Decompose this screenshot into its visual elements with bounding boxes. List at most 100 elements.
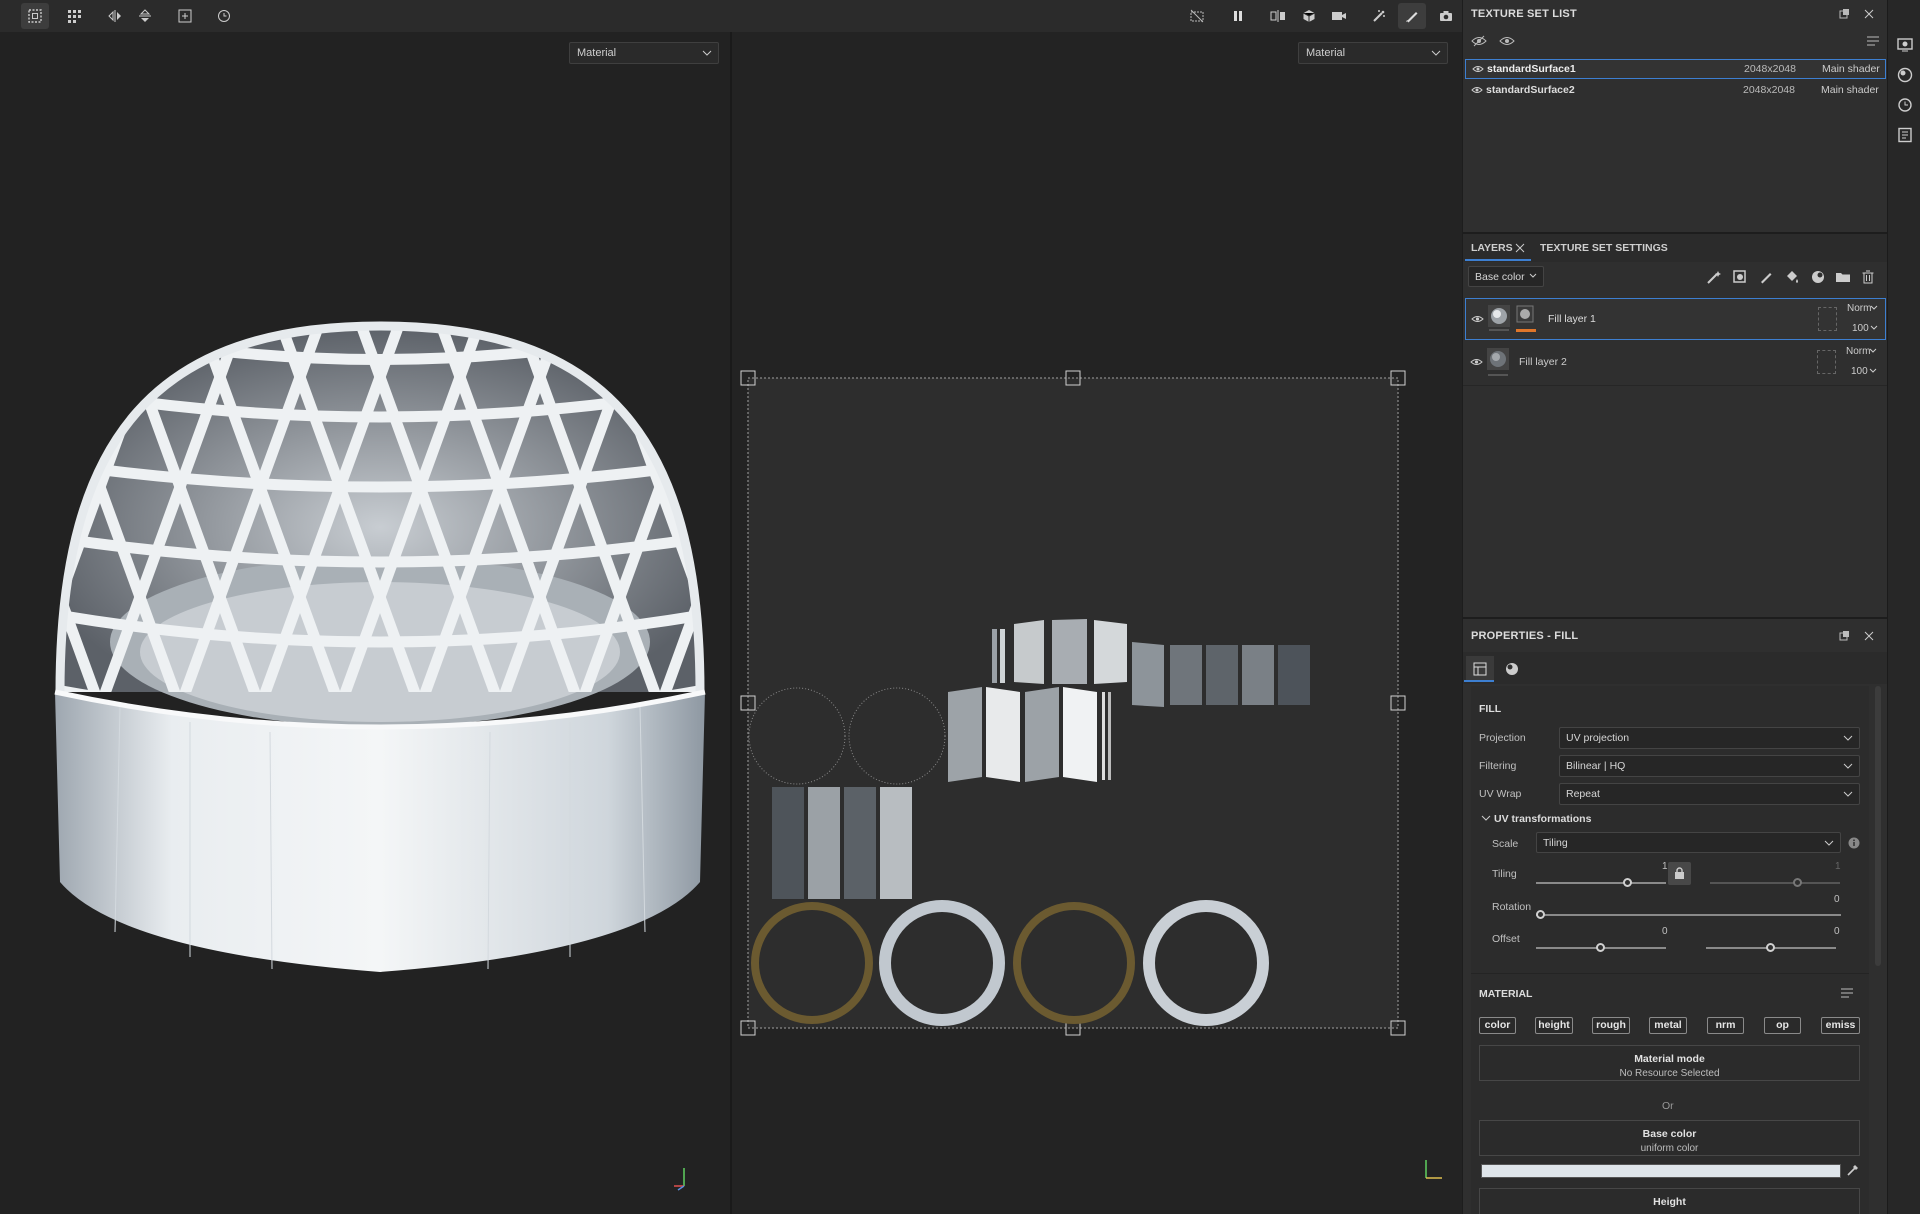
selection-mode-icon[interactable] (21, 3, 49, 29)
mirror-y-icon[interactable] (131, 3, 159, 29)
history-icon[interactable] (1897, 97, 1913, 113)
particles-icon[interactable] (1365, 3, 1393, 29)
section-divider (1471, 973, 1869, 974)
uv-transformations-header[interactable]: UV transformations (1494, 813, 1591, 825)
offset-slider-u-knob[interactable] (1596, 943, 1605, 952)
pause-icon[interactable] (1224, 3, 1252, 29)
viewport-uv-channel-select[interactable]: Material (1298, 42, 1448, 64)
delete-icon[interactable] (1860, 269, 1876, 285)
layer-opacity[interactable]: 100 (1852, 323, 1869, 334)
add-fill-layer-icon[interactable] (1784, 269, 1800, 285)
texture-set-name: standardSurface1 (1487, 63, 1576, 75)
undock-icon[interactable] (1838, 8, 1850, 20)
material-sphere-tab-icon[interactable] (1505, 662, 1519, 676)
lock-ratio-button[interactable] (1668, 862, 1691, 885)
layers-channel-select[interactable]: Base color (1468, 266, 1544, 287)
viewport-uv[interactable]: Material (732, 32, 1462, 1214)
viewport-3d-channel-select[interactable]: Material (569, 42, 719, 64)
tiling-value-u: 1 (1662, 861, 1668, 872)
dome-model (54, 321, 706, 972)
properties-tabbar (1463, 652, 1888, 684)
base-color-title: Base color (1642, 1128, 1697, 1140)
tab-texture-set-settings[interactable]: TEXTURE SET SETTINGS (1540, 242, 1668, 254)
material-mode-slot[interactable]: Material mode No Resource Selected (1479, 1045, 1860, 1081)
add-mask-icon[interactable] (1732, 269, 1748, 285)
texture-set-row[interactable]: standardSurface1 2048x2048 Main shader (1465, 59, 1886, 79)
visibility-toggle-icon[interactable] (1471, 35, 1487, 47)
layer-blend-swatch (1817, 350, 1836, 374)
properties-scrollbar[interactable] (1875, 686, 1881, 966)
grid-icon[interactable] (61, 3, 89, 29)
shader-settings-icon[interactable] (1897, 67, 1913, 83)
camera-off-icon[interactable] (1183, 3, 1211, 29)
eyedropper-icon[interactable] (1846, 1163, 1860, 1177)
filtering-select[interactable]: Bilinear | HQ (1559, 755, 1860, 777)
display-settings-icon[interactable] (1897, 37, 1913, 53)
channel-toggle-metal[interactable]: metal (1649, 1017, 1687, 1034)
history-icon[interactable] (210, 3, 238, 29)
channel-toggle-nrm[interactable]: nrm (1707, 1017, 1744, 1034)
layer-item[interactable]: Fill layer 1 Norm 100 (1465, 298, 1886, 340)
channel-toggle-op[interactable]: op (1764, 1017, 1801, 1034)
properties-title: PROPERTIES - FILL (1471, 630, 1579, 642)
tiling-slider-u[interactable] (1536, 882, 1666, 884)
chevron-down-icon (1824, 836, 1834, 850)
channel-toggle-height[interactable]: height (1535, 1017, 1573, 1034)
close-icon[interactable] (1863, 8, 1875, 20)
material-options-icon[interactable] (1840, 987, 1854, 999)
projection-select[interactable]: UV projection (1559, 727, 1860, 749)
eye-icon[interactable] (1499, 35, 1515, 47)
texture-set-row[interactable]: standardSurface2 2048x2048 Main shader (1465, 81, 1886, 101)
add-paint-layer-icon[interactable] (1758, 269, 1774, 285)
log-icon[interactable] (1897, 127, 1913, 143)
cube-icon[interactable] (1295, 3, 1323, 29)
close-tab-icon[interactable] (1515, 243, 1525, 253)
add-frame-icon[interactable] (171, 3, 199, 29)
channel-toggle-emiss[interactable]: emiss (1821, 1017, 1860, 1034)
info-icon[interactable] (1848, 837, 1860, 849)
height-slot[interactable]: Height (1479, 1188, 1860, 1214)
material-header: MATERIAL (1479, 988, 1533, 1000)
scale-select[interactable]: Tiling (1536, 832, 1841, 853)
eye-icon[interactable] (1470, 357, 1483, 367)
chevron-down-icon (1843, 731, 1853, 745)
chevron-down-icon[interactable] (1481, 813, 1491, 823)
layer-blend-swatch (1818, 307, 1837, 331)
fill-properties-tab[interactable] (1466, 656, 1494, 682)
undock-icon[interactable] (1838, 630, 1850, 642)
panel-divider (1463, 617, 1888, 619)
eye-icon[interactable] (1471, 314, 1484, 324)
layer-blend-mode[interactable]: Norm (1846, 346, 1870, 357)
base-color-slot[interactable]: Base color uniform color (1479, 1120, 1860, 1156)
video-camera-icon[interactable] (1325, 3, 1353, 29)
material-sphere-thumbnail-icon (1488, 305, 1510, 327)
offset-slider-v-knob[interactable] (1766, 943, 1775, 952)
tiling-slider-u-knob[interactable] (1623, 878, 1632, 887)
rotation-slider[interactable] (1536, 914, 1841, 916)
close-icon[interactable] (1863, 630, 1875, 642)
split-view-icon[interactable] (1264, 3, 1292, 29)
uvwrap-select[interactable]: Repeat (1559, 783, 1860, 805)
add-effect-icon[interactable] (1810, 269, 1826, 285)
eye-icon[interactable] (1472, 64, 1484, 74)
viewport-3d[interactable]: Material (0, 32, 730, 1214)
tab-layers[interactable]: LAYERS (1471, 242, 1513, 254)
paint-brush-icon[interactable] (1398, 3, 1426, 29)
layer-item[interactable]: Fill layer 2 Norm 100 (1465, 342, 1886, 384)
screenshot-camera-icon[interactable] (1432, 3, 1460, 29)
add-folder-icon[interactable] (1835, 269, 1851, 285)
eye-icon[interactable] (1471, 85, 1483, 95)
rotation-slider-knob[interactable] (1536, 910, 1545, 919)
magic-wand-icon[interactable] (1706, 269, 1722, 285)
layer-blend-mode[interactable]: Norm (1847, 303, 1871, 314)
channel-toggle-rough[interactable]: rough (1592, 1017, 1630, 1034)
active-tab-indicator (1464, 680, 1494, 682)
list-options-icon[interactable] (1866, 35, 1880, 47)
mirror-x-icon[interactable] (101, 3, 129, 29)
channel-toggle-color[interactable]: color (1479, 1017, 1516, 1034)
mask-thumbnail-icon[interactable] (1516, 305, 1534, 323)
viewport-3d-channel-value: Material (577, 47, 617, 59)
projection-value: UV projection (1566, 732, 1630, 744)
base-color-swatch[interactable] (1481, 1164, 1841, 1178)
layer-opacity[interactable]: 100 (1851, 366, 1868, 377)
